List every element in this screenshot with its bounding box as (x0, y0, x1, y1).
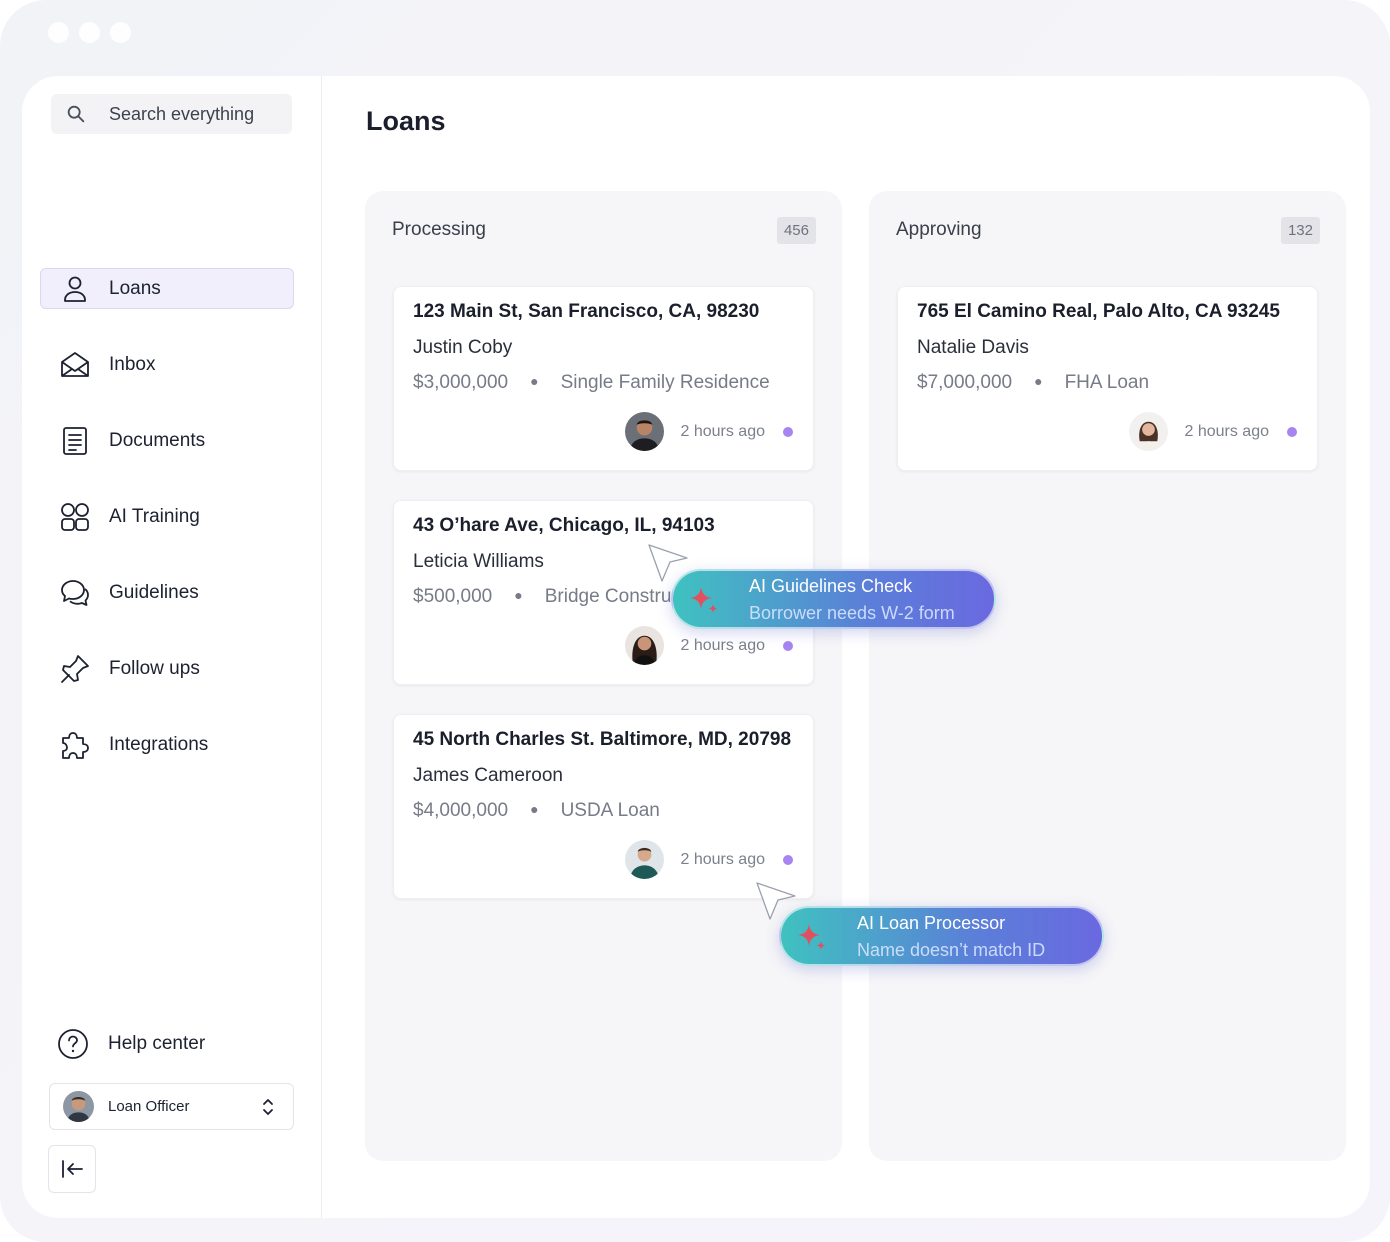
pin-icon (61, 654, 89, 683)
avatar (625, 840, 665, 879)
loan-type: Single Family Residence (560, 372, 770, 393)
avatar (625, 412, 665, 451)
loan-amount: $4,000,000 (413, 800, 509, 821)
user-role-select[interactable]: Loan Officer (49, 1083, 294, 1130)
ai-loan-processor-popup[interactable]: AI Loan Processor Name doesn’t match ID (779, 906, 1104, 966)
status-dot (783, 640, 793, 651)
ai-popup-subtitle: Name doesn’t match ID (857, 940, 1046, 960)
window-minimize-dot[interactable] (79, 22, 100, 43)
sparkle-icon (690, 587, 718, 613)
puzzle-icon (62, 731, 89, 759)
grid-icon (61, 502, 89, 531)
meta-separator-dot: ● (530, 801, 539, 817)
borrower-name: Justin Coby (413, 337, 513, 358)
sidebar-item-label: Follow ups (109, 657, 200, 679)
loan-card[interactable]: 765 El Camino Real, Palo Alto, CA 93245 … (897, 286, 1318, 471)
sidebar-item-label: Loans (109, 277, 161, 299)
status-dot (783, 426, 793, 437)
user-icon (64, 276, 86, 302)
app-window: Search everything Loans Inbox Documents (22, 76, 1370, 1218)
ai-popup-title: AI Loan Processor (857, 913, 1006, 933)
app-frame: Search everything Loans Inbox Documents (0, 0, 1390, 1242)
status-dot (783, 854, 793, 865)
sidebar-item-label: Documents (109, 429, 206, 451)
ai-guidelines-popup[interactable]: AI Guidelines Check Borrower needs W-2 f… (671, 569, 996, 629)
loan-card[interactable]: 123 Main St, San Francisco, CA, 98230 Ju… (393, 286, 814, 471)
chat-bubbles-icon (61, 579, 89, 606)
updated-time: 2 hours ago (680, 422, 765, 440)
loan-amount: $7,000,000 (917, 372, 1013, 393)
sidebar-item-label: Guidelines (109, 581, 199, 603)
page-title: Loans (366, 106, 446, 136)
loan-address: 45 North Charles St. Baltimore, MD, 2079… (413, 729, 792, 750)
loan-address: 123 Main St, San Francisco, CA, 98230 (413, 301, 760, 322)
avatar (625, 626, 665, 665)
updated-time: 2 hours ago (1184, 422, 1269, 440)
avatar (63, 1091, 94, 1122)
sidebar-item-label: Integrations (109, 733, 209, 755)
column-title: Processing (392, 219, 486, 240)
ai-popup-title: AI Guidelines Check (749, 576, 913, 596)
column-title: Approving (896, 219, 982, 240)
card-footer: 2 hours ago (625, 412, 793, 451)
card-footer: 2 hours ago (1129, 412, 1297, 451)
sidebar-item-loans[interactable]: Loans (40, 268, 294, 309)
card-footer: 2 hours ago (625, 840, 793, 879)
help-center-link[interactable]: Help center (56, 1026, 205, 1062)
updated-time: 2 hours ago (680, 636, 765, 654)
collapse-left-icon (62, 1160, 83, 1178)
borrower-name: Leticia Williams (413, 551, 544, 572)
chevron-up-down-icon (263, 1098, 273, 1115)
loan-type: FHA Loan (1064, 372, 1150, 393)
search-placeholder: Search everything (109, 103, 255, 124)
meta-separator-dot: ● (530, 373, 539, 389)
sidebar-item-guidelines[interactable]: Guidelines (40, 572, 294, 613)
sidebar-item-documents[interactable]: Documents (40, 420, 294, 461)
sidebar-item-follow-ups[interactable]: Follow ups (40, 648, 294, 689)
search-icon (67, 105, 85, 123)
loan-meta: $3,000,000 ● Single Family Residence (413, 372, 770, 394)
loan-address: 765 El Camino Real, Palo Alto, CA 93245 (917, 301, 1280, 322)
card-footer: 2 hours ago (625, 626, 793, 665)
column-count-badge: 132 (1280, 217, 1320, 244)
loan-address: 43 O’hare Ave, Chicago, IL, 94103 (413, 515, 715, 536)
loan-amount: $3,000,000 (413, 372, 509, 393)
loan-meta: $4,000,000 ● USDA Loan (413, 800, 660, 822)
question-circle-icon (58, 1029, 88, 1059)
sidebar-item-label: AI Training (109, 505, 200, 527)
updated-time: 2 hours ago (680, 850, 765, 868)
loan-meta: $7,000,000 ● FHA Loan (917, 372, 1149, 394)
sidebar-item-integrations[interactable]: Integrations (40, 724, 294, 765)
status-dot (1287, 426, 1297, 437)
loan-card[interactable]: 45 North Charles St. Baltimore, MD, 2079… (393, 714, 814, 899)
help-center-label: Help center (108, 1033, 206, 1054)
window-controls (48, 22, 131, 43)
collapse-sidebar-button[interactable] (48, 1145, 96, 1193)
sidebar: Search everything Loans Inbox Documents (22, 76, 322, 1218)
kanban-column-processing: Processing 456 123 Main St, San Francisc… (365, 191, 842, 1161)
meta-separator-dot: ● (1034, 373, 1043, 389)
document-icon (63, 426, 87, 455)
kanban-column-approving: Approving 132 765 El Camino Real, Palo A… (869, 191, 1346, 1161)
loan-amount: $500,000 (413, 586, 493, 607)
ai-popup-subtitle: Borrower needs W-2 form (749, 603, 955, 623)
sidebar-item-label: Inbox (109, 353, 156, 375)
envelope-open-icon (61, 351, 89, 377)
avatar (1129, 412, 1169, 451)
loan-meta: $500,000 ● Bridge Construction (413, 586, 712, 608)
borrower-name: Natalie Davis (917, 337, 1029, 358)
sidebar-item-ai-training[interactable]: AI Training (40, 496, 294, 537)
meta-separator-dot: ● (514, 587, 523, 603)
search-input[interactable]: Search everything (51, 94, 292, 134)
window-close-dot[interactable] (48, 22, 69, 43)
borrower-name: James Cameroon (413, 765, 563, 786)
sidebar-item-inbox[interactable]: Inbox (40, 344, 294, 385)
loan-type: USDA Loan (560, 800, 660, 821)
column-count-badge: 456 (776, 217, 816, 244)
sparkle-icon (798, 924, 826, 950)
sidebar-nav: Loans Inbox Documents AI Training Guidel… (40, 268, 294, 800)
user-role-label: Loan Officer (108, 1098, 190, 1115)
window-maximize-dot[interactable] (110, 22, 131, 43)
